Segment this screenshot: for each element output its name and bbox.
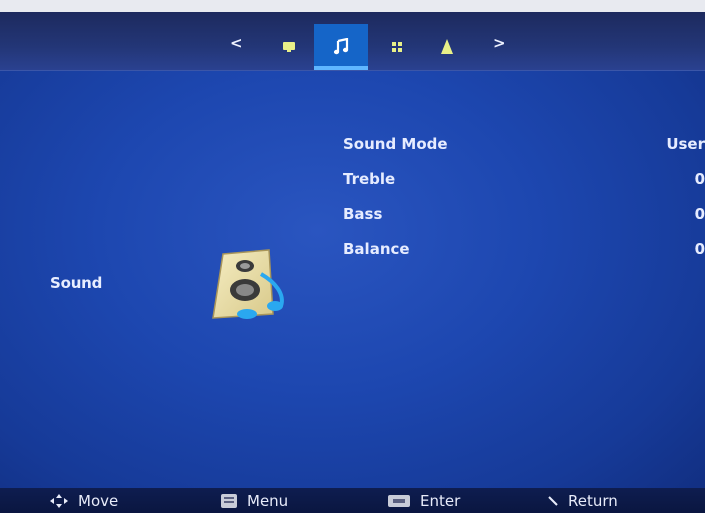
tab-lock[interactable] — [420, 24, 474, 70]
next-arrow-icon[interactable]: > — [493, 34, 506, 52]
hint-label: Move — [78, 492, 119, 510]
setting-value: User — [666, 135, 705, 153]
top-frame-strip — [0, 0, 705, 12]
setting-label: Treble — [343, 170, 396, 188]
tv-menu-screen: < > Sound Sound Mode User Treble 0 Bass … — [0, 0, 705, 513]
setting-value: 0 — [694, 240, 705, 258]
setting-value: 0 — [694, 205, 705, 223]
hint-label: Enter — [420, 492, 461, 510]
grid-icon — [392, 42, 402, 52]
hint-menu: Menu — [221, 491, 288, 511]
setting-row-bass[interactable]: Bass 0 — [343, 205, 705, 229]
music-note-icon — [333, 38, 349, 55]
top-nav-bar: < > — [0, 12, 705, 71]
setting-label: Sound Mode — [343, 135, 448, 153]
ok-key-icon — [388, 495, 410, 507]
setting-label: Bass — [343, 205, 383, 223]
lock-bell-icon — [441, 39, 453, 54]
bottom-hint-bar: Move Menu Enter Return — [0, 488, 705, 513]
tab-picture[interactable] — [262, 24, 316, 70]
menu-key-icon — [221, 494, 237, 508]
return-icon — [548, 496, 558, 506]
tab-setup[interactable] — [370, 24, 424, 70]
hint-return: Return — [548, 491, 618, 511]
speaker-icon — [203, 248, 293, 320]
hint-label: Return — [568, 492, 618, 510]
picture-icon — [283, 42, 295, 52]
prev-arrow-icon[interactable]: < — [230, 34, 243, 52]
hint-move: Move — [50, 491, 118, 511]
move-icon — [50, 494, 68, 508]
hint-label: Menu — [247, 492, 289, 510]
setting-row-treble[interactable]: Treble 0 — [343, 170, 705, 194]
setting-label: Balance — [343, 240, 410, 258]
setting-value: 0 — [694, 170, 705, 188]
setting-row-balance[interactable]: Balance 0 — [343, 240, 705, 264]
tab-sound[interactable] — [314, 24, 368, 70]
hint-enter: Enter — [388, 491, 460, 511]
section-title: Sound — [50, 274, 103, 292]
setting-row-sound-mode[interactable]: Sound Mode User — [343, 135, 705, 159]
